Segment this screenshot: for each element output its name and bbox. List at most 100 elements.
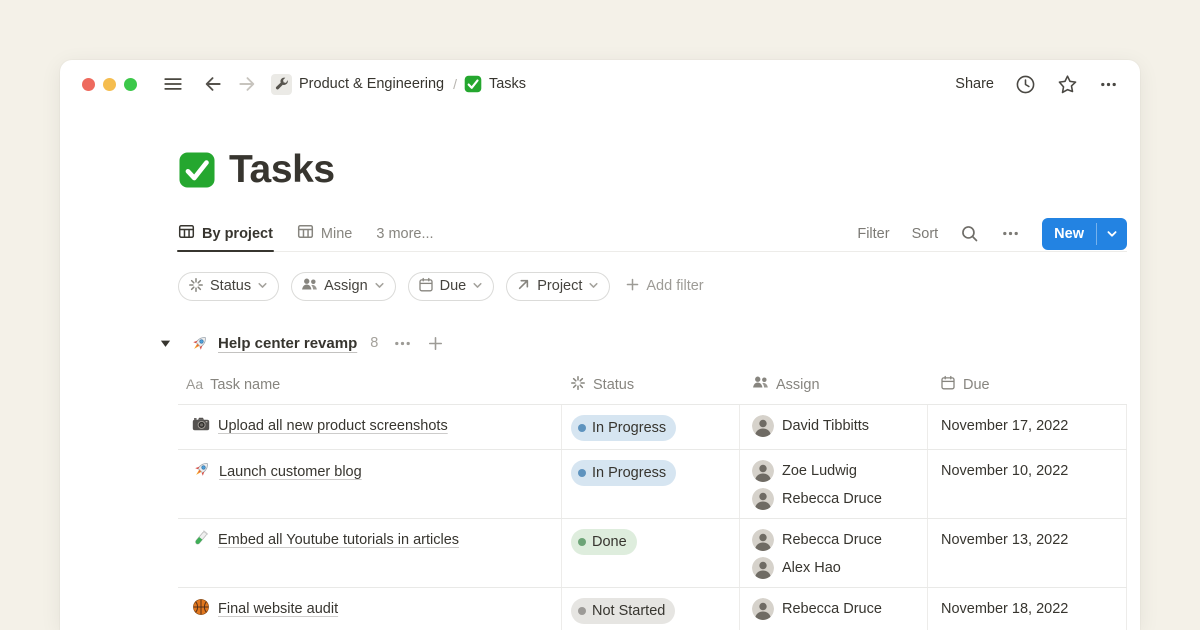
filter-chip-status[interactable]: Status (178, 272, 279, 301)
view-tab-mine[interactable]: Mine (297, 216, 352, 251)
back-arrow-icon[interactable] (203, 74, 223, 94)
status-cell[interactable]: In Progress (561, 450, 739, 518)
task-title-link[interactable]: Final website audit (218, 601, 338, 617)
column-header-due[interactable]: Due (927, 365, 1127, 404)
chevron-down-icon (257, 279, 268, 294)
breadcrumb-workspace[interactable]: Product & Engineering (299, 76, 444, 92)
filter-button[interactable]: Filter (857, 226, 889, 242)
assignee-rebecca-druce[interactable]: Rebecca Druce (752, 598, 915, 620)
forward-arrow-icon[interactable] (237, 74, 257, 94)
task-name-cell[interactable]: Launch customer blog (178, 450, 561, 518)
due-cell[interactable]: November 17, 2022 (927, 405, 1127, 449)
table-row: Final website audit Not Started Rebecca Dr… (178, 588, 1127, 630)
table-row: Embed all Youtube tutorials in articles D… (178, 519, 1127, 588)
status-burst-icon (188, 277, 204, 296)
avatar (752, 415, 774, 437)
due-cell[interactable]: November 13, 2022 (927, 519, 1127, 587)
emoji-basketball (192, 598, 210, 623)
filter-chip-due[interactable]: Due (408, 272, 495, 301)
group-collapse-toggle-icon[interactable] (160, 338, 176, 349)
minimize-window-button[interactable] (103, 78, 116, 91)
assign-cell[interactable]: Rebecca Druce Alex Hao (739, 519, 927, 587)
assignee-zoe-ludwig[interactable]: Zoe Ludwig (752, 460, 915, 482)
close-window-button[interactable] (82, 78, 95, 91)
task-title-link[interactable]: Embed all Youtube tutorials in articles (218, 532, 459, 548)
column-header-task-name[interactable]: AaTask name (178, 365, 561, 404)
view-tab-3-more[interactable]: 3 more... (376, 216, 433, 251)
updates-clock-icon[interactable] (1015, 74, 1036, 95)
task-name-cell[interactable]: Embed all Youtube tutorials in articles (178, 519, 561, 587)
add-filter-label: Add filter (646, 278, 703, 294)
sort-button[interactable]: Sort (912, 226, 939, 242)
status-cell[interactable]: In Progress (561, 405, 739, 449)
filter-chip-assign[interactable]: Assign (291, 272, 396, 301)
status-burst-icon (570, 375, 586, 395)
assign-cell[interactable]: David Tibbitts (739, 405, 927, 449)
table-view-icon (297, 223, 314, 244)
status-badge[interactable]: In Progress (571, 415, 676, 441)
assignee-david-tibbitts[interactable]: David Tibbitts (752, 415, 915, 437)
new-dropdown-chevron-icon[interactable] (1097, 218, 1127, 250)
sidebar-menu-icon[interactable] (163, 74, 183, 94)
zoom-window-button[interactable] (124, 78, 137, 91)
favorite-star-icon[interactable] (1057, 74, 1078, 95)
status-label: Not Started (592, 600, 665, 622)
due-cell[interactable]: November 10, 2022 (927, 450, 1127, 518)
task-title-link[interactable]: Upload all new product screenshots (218, 418, 448, 434)
page-title: Tasks (229, 148, 335, 192)
due-date: November 17, 2022 (941, 415, 1114, 437)
column-header-assign[interactable]: Assign (739, 365, 927, 404)
assignee-rebecca-druce[interactable]: Rebecca Druce (752, 488, 915, 510)
add-filter-button[interactable]: Add filter (625, 277, 703, 296)
share-button[interactable]: Share (955, 76, 994, 92)
assignee-alex-hao[interactable]: Alex Hao (752, 557, 915, 579)
new-button[interactable]: New (1042, 218, 1127, 250)
task-name-cell[interactable]: Upload all new product screenshots (178, 405, 561, 449)
avatar (752, 488, 774, 510)
view-more-icon[interactable] (1001, 224, 1020, 243)
filter-chip-label: Assign (324, 278, 368, 294)
more-options-icon[interactable] (1099, 75, 1118, 94)
tasks-table: AaTask nameStatusAssign Due Upload all ne… (178, 365, 1127, 630)
new-button-label[interactable]: New (1042, 218, 1096, 250)
status-badge[interactable]: In Progress (571, 460, 676, 486)
table-view-icon (178, 223, 195, 244)
avatar (752, 460, 774, 482)
assignee-rebecca-druce[interactable]: Rebecca Druce (752, 529, 915, 551)
page-icon-check[interactable] (178, 151, 216, 189)
avatar (752, 557, 774, 579)
group-header: Help center revamp 8 (178, 331, 1127, 355)
group-title-link[interactable]: Help center revamp (218, 335, 357, 352)
column-header-status[interactable]: Status (561, 365, 739, 404)
view-tab-by-project[interactable]: By project (178, 216, 273, 251)
assign-cell[interactable]: Zoe Ludwig Rebecca Druce (739, 450, 927, 518)
status-badge[interactable]: Not Started (571, 598, 675, 624)
workspace-wrench-icon[interactable] (271, 74, 292, 95)
status-cell[interactable]: Not Started (561, 588, 739, 630)
due-cell[interactable]: November 18, 2022→ November 20, 2022 (927, 588, 1127, 630)
column-header-label: Due (963, 377, 990, 393)
assignee-name: Rebecca Druce (782, 488, 882, 510)
group-count: 8 (370, 335, 378, 351)
filter-chip-project[interactable]: Project (506, 272, 610, 301)
search-icon[interactable] (960, 224, 979, 243)
task-title-link[interactable]: Launch customer blog (219, 464, 362, 480)
status-dot (578, 538, 586, 546)
assign-cell[interactable]: Rebecca Druce (739, 588, 927, 630)
table-body: Upload all new product screenshots In Pro… (178, 405, 1127, 630)
status-badge[interactable]: Done (571, 529, 637, 555)
table-row: Upload all new product screenshots In Pro… (178, 405, 1127, 450)
group-add-icon[interactable] (427, 335, 444, 352)
assignee-name: David Tibbitts (782, 415, 869, 437)
status-cell[interactable]: Done (561, 519, 739, 587)
task-name-cell[interactable]: Final website audit (178, 588, 561, 630)
chevron-down-icon (472, 279, 483, 294)
filter-chips-bar: Status Assign Due Project Add filter (178, 271, 1127, 301)
emoji-camera (192, 415, 210, 440)
calendar-icon (940, 375, 956, 395)
group-more-icon[interactable] (393, 334, 412, 353)
window-controls (82, 78, 137, 91)
page-check-icon (464, 75, 482, 93)
status-dot (578, 607, 586, 615)
breadcrumb-page[interactable]: Tasks (489, 76, 526, 92)
